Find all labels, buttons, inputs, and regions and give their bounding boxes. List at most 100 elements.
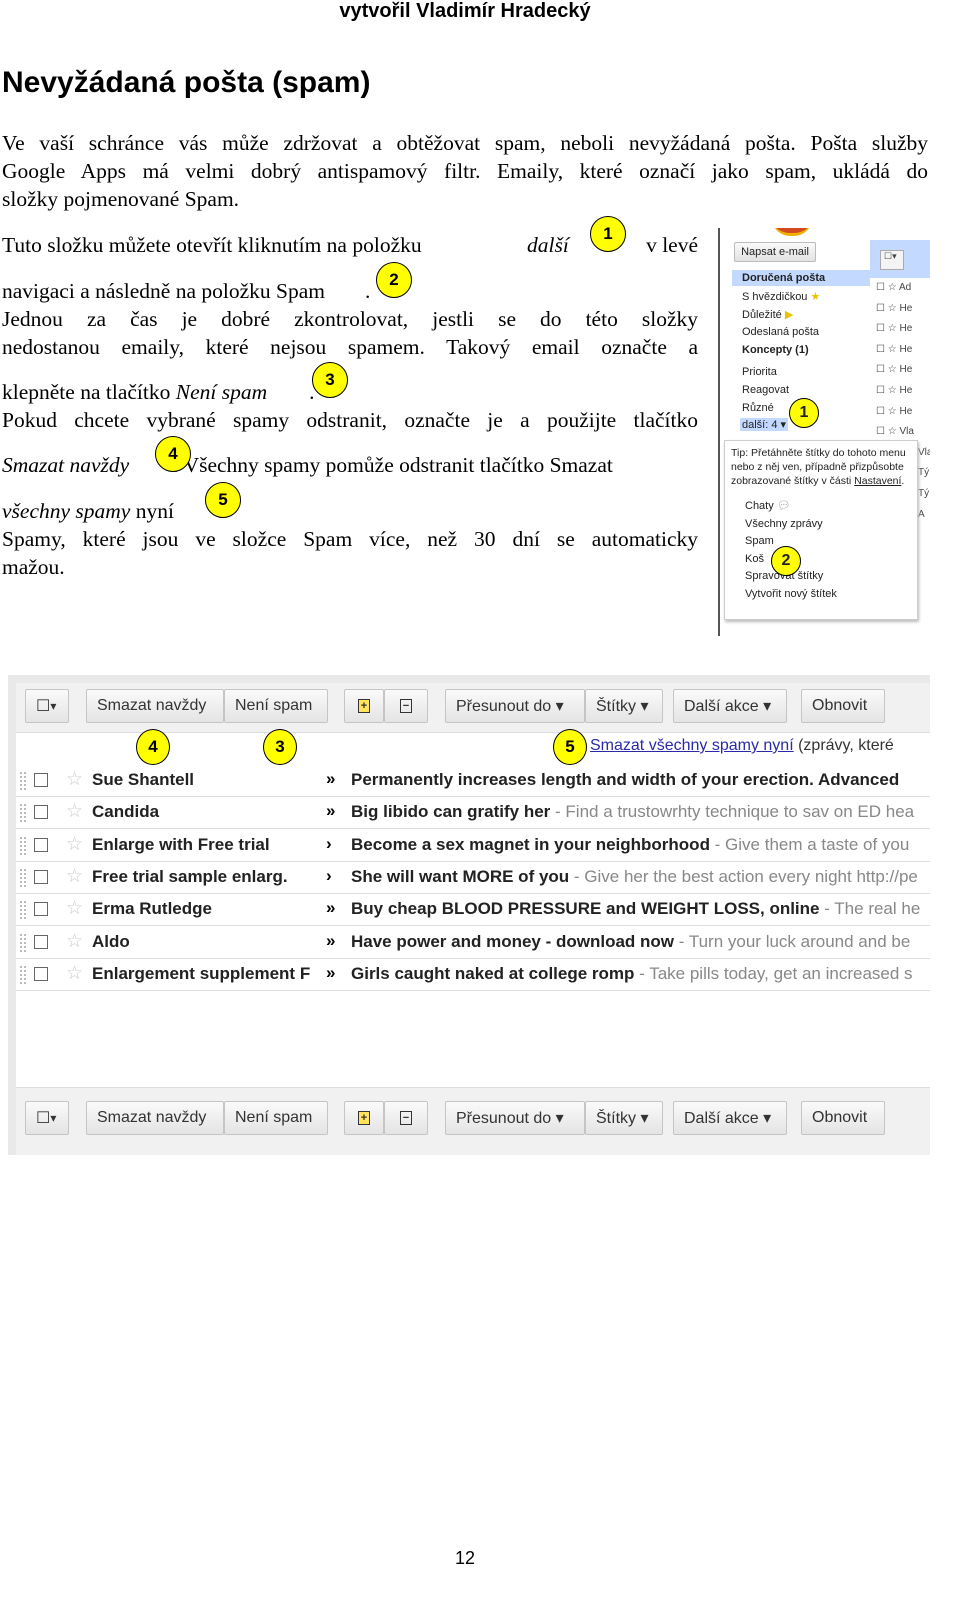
- star-icon[interactable]: ☆: [66, 962, 83, 985]
- menu-item-manage-labels[interactable]: Spravovat štítky: [745, 568, 911, 586]
- menu-tip: Tip: Přetáhněte štítky do tohoto menu ne…: [731, 447, 906, 487]
- marker-2: 2: [376, 262, 412, 298]
- star-icon[interactable]: ☆: [66, 800, 83, 823]
- drag-handle-icon[interactable]: [20, 868, 26, 887]
- move-to-button[interactable]: Přesunout do ▾: [445, 689, 585, 723]
- star-icon[interactable]: ☆: [66, 897, 83, 920]
- menu-item-chats[interactable]: Chaty 💬︎: [745, 498, 911, 516]
- select-dropdown[interactable]: ☐▾: [880, 250, 904, 270]
- sidebar-item-more[interactable]: další: 4 ▾: [740, 418, 789, 431]
- email-subject: Big libido can gratify her: [351, 802, 551, 822]
- list-row[interactable]: ☐ ☆ Ad: [876, 278, 930, 299]
- drag-handle-icon[interactable]: [20, 933, 26, 952]
- remove-button[interactable]: −: [384, 1101, 428, 1135]
- logo-icon: [772, 228, 812, 236]
- menu-item-new-label[interactable]: Vytvořit nový štítek: [745, 586, 911, 604]
- row-checkbox[interactable]: [34, 869, 48, 884]
- not-spam-button[interactable]: Není spam: [224, 689, 328, 723]
- more-actions-button[interactable]: Další akce ▾: [673, 1101, 787, 1135]
- star-icon[interactable]: ☆: [66, 930, 83, 953]
- email-sender: Free trial sample enlarg.: [92, 866, 288, 886]
- move-to-button[interactable]: Přesunout do ▾: [445, 1101, 585, 1135]
- select-dropdown[interactable]: ☐▾: [25, 1101, 69, 1135]
- important-icon: ▶: [784, 309, 794, 321]
- email-subject: She will want MORE of you: [351, 866, 570, 886]
- delete-forever-button[interactable]: Smazat navždy: [86, 689, 224, 723]
- add-star-button[interactable]: +: [344, 689, 384, 723]
- row-checkbox[interactable]: [34, 902, 48, 917]
- marker-3: 3: [312, 362, 348, 398]
- row-checkbox[interactable]: [34, 837, 48, 852]
- delete-forever-button[interactable]: Smazat navždy: [86, 1101, 224, 1135]
- paragraph-line: nedostanou emaily, které nejsou spamem. …: [2, 335, 698, 359]
- email-row[interactable]: ☆ Sue Shantell » Permanently increases leng…: [16, 765, 930, 797]
- star-icon[interactable]: ☆: [66, 865, 83, 888]
- row-checkbox[interactable]: [34, 773, 48, 787]
- email-row[interactable]: ☆ Aldo » Have power and money - download no…: [16, 926, 930, 959]
- list-row[interactable]: ☐ ☆ He: [876, 402, 930, 423]
- drag-handle-icon[interactable]: [20, 804, 26, 823]
- text-italic: další: [527, 233, 569, 257]
- paragraph-line: mažou.: [2, 555, 65, 579]
- email-row[interactable]: ☆ Erma Rutledge » Buy cheap BLOOD PRESSURE …: [16, 894, 930, 927]
- importance-arrow-icon: »: [326, 801, 336, 821]
- email-subject-line: Girls caught naked at college romp - Tak…: [351, 964, 913, 984]
- email-row[interactable]: ☆ Candida » Big libido can gratify her - Fi…: [16, 797, 930, 830]
- page-number: 12: [454, 1548, 476, 1568]
- compose-button[interactable]: Napsat e-mail: [734, 242, 816, 262]
- drag-handle-icon[interactable]: [20, 901, 26, 920]
- email-row[interactable]: ☆ Enlarge with Free trial › Become a sex ma…: [16, 829, 930, 862]
- star-icon[interactable]: ☆: [66, 768, 83, 791]
- sidebar-item-starred[interactable]: S hvězdičkou ★: [742, 290, 820, 303]
- sidebar-item-sent[interactable]: Odeslaná pošta: [742, 326, 819, 338]
- star-icon[interactable]: ☆: [66, 833, 83, 856]
- drag-handle-icon[interactable]: [20, 965, 26, 984]
- list-row[interactable]: ☐ ☆ He: [876, 381, 930, 402]
- minus-icon: −: [399, 699, 413, 713]
- sidebar-item-priority[interactable]: Priorita: [742, 366, 777, 378]
- row-checkbox[interactable]: [34, 805, 48, 820]
- sidebar-item-important[interactable]: Důležité ▶: [742, 308, 793, 321]
- row-checkbox[interactable]: [34, 966, 48, 981]
- sidebar-item-misc[interactable]: Různé: [742, 402, 774, 414]
- labels-button[interactable]: Štítky ▾: [585, 689, 663, 723]
- delete-all-spam-link[interactable]: Smazat všechny spamy nyní: [590, 737, 794, 754]
- list-row[interactable]: ☐ ☆ He: [876, 319, 930, 340]
- drag-handle-icon[interactable]: [20, 772, 26, 790]
- email-sender: Aldo: [92, 931, 130, 951]
- sidebar-item-drafts[interactable]: Koncepty (1): [742, 344, 809, 356]
- list-row[interactable]: ☐ ☆ He: [876, 340, 930, 361]
- email-subject-line: Become a sex magnet in your neighborhood…: [351, 835, 909, 855]
- select-dropdown[interactable]: ☐▾: [25, 689, 69, 723]
- sidebar-item-inbox[interactable]: Doručená pošta: [742, 272, 825, 284]
- remove-button[interactable]: −: [384, 689, 428, 723]
- menu-item-all-mail[interactable]: Všechny zprávy: [745, 516, 911, 534]
- not-spam-button[interactable]: Není spam: [224, 1101, 328, 1135]
- refresh-button[interactable]: Obnovit: [801, 689, 885, 723]
- refresh-button[interactable]: Obnovit: [801, 1101, 885, 1135]
- importance-arrow-icon: »: [326, 930, 336, 950]
- plus-icon: +: [357, 699, 371, 713]
- email-row[interactable]: ☆ Free trial sample enlarg. › She will want…: [16, 861, 930, 894]
- label: Důležité: [742, 309, 782, 321]
- row-checkbox[interactable]: [34, 934, 48, 949]
- menu-item-trash[interactable]: Koš: [745, 551, 911, 569]
- sidebar-item-reply[interactable]: Reagovat: [742, 384, 789, 396]
- list-row[interactable]: ☐ ☆ He: [876, 360, 930, 381]
- importance-arrow-icon: »: [326, 769, 336, 788]
- paragraph-line: Ve vaší schránce vás může zdržovat a obt…: [2, 131, 928, 155]
- more-actions-button[interactable]: Další akce ▾: [673, 689, 787, 723]
- text: navigaci a následně na položku Spam: [2, 279, 325, 303]
- drag-handle-icon[interactable]: [20, 836, 26, 855]
- settings-link[interactable]: Nastavení: [854, 475, 901, 487]
- email-sender: Enlargement supplement F: [92, 963, 311, 983]
- list-row[interactable]: ☐ ☆ He: [876, 299, 930, 320]
- importance-arrow-icon: »: [326, 962, 336, 982]
- add-star-button[interactable]: +: [344, 1101, 384, 1135]
- menu-item-spam[interactable]: Spam: [745, 533, 911, 551]
- email-row[interactable]: ☆ Enlargement supplement F » Girls caught n…: [16, 958, 930, 991]
- labels-button[interactable]: Štítky ▾: [585, 1101, 663, 1135]
- marker-2: 2: [771, 546, 801, 576]
- spam-folder-screenshot: ☐ ▾ Smazat navždy Není spam + − Přesunout…: [8, 675, 930, 1155]
- email-subject-line: She will want MORE of you - Give her the…: [351, 867, 918, 887]
